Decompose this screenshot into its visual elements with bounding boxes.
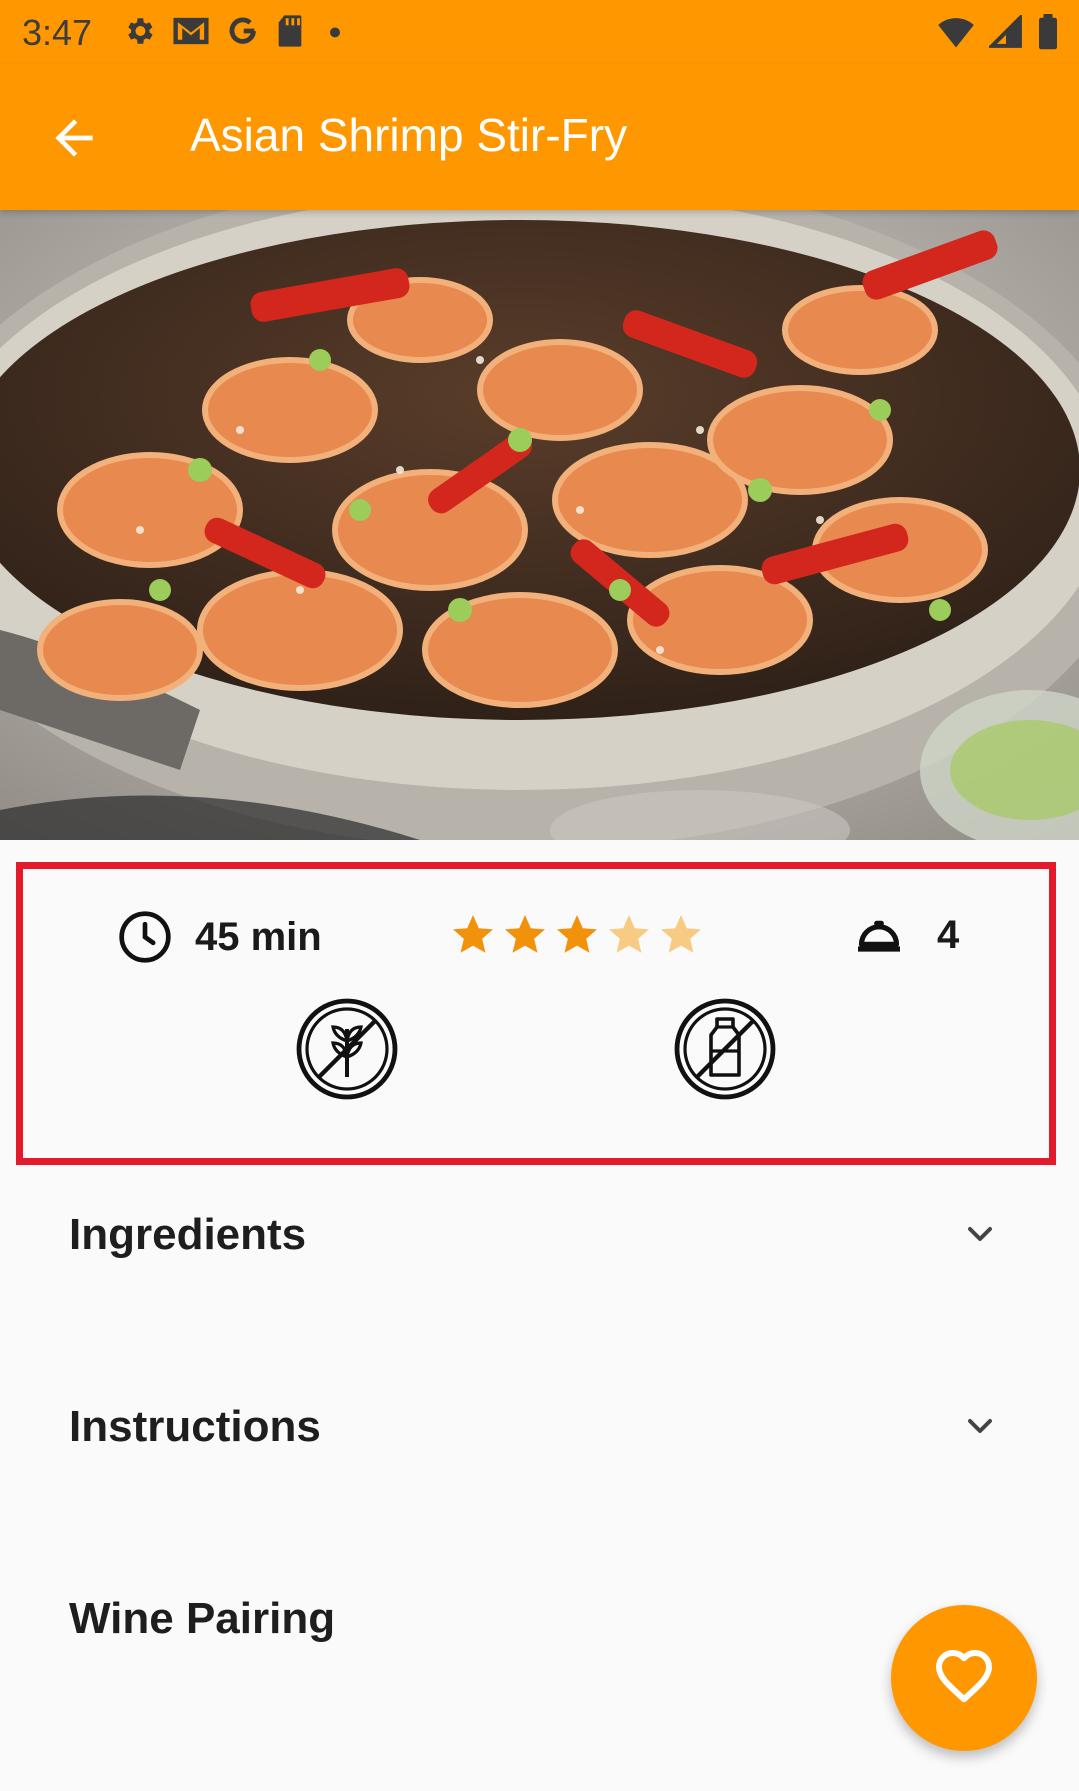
signal-icon (989, 15, 1022, 48)
google-icon (229, 17, 256, 44)
status-system-icons (937, 14, 1059, 50)
servings: 4 (851, 907, 959, 963)
star-filled-icon (505, 915, 545, 953)
servings-text: 4 (937, 912, 960, 957)
wine-pairing-title: Wine Pairing (69, 1594, 336, 1643)
recipe-detail-screen: 3:47 Asian Shrimp Stir-Fry 45 min 4 Ingr… (0, 0, 1079, 1791)
gluten-free-icon (296, 998, 398, 1100)
star-empty-icon (661, 915, 701, 953)
page-title: Asian Shrimp Stir-Fry (190, 109, 628, 161)
gmail-icon (173, 17, 209, 45)
back-button[interactable] (46, 110, 102, 166)
star-filled-icon (557, 915, 597, 953)
instructions-section[interactable]: Instructions (0, 1360, 1079, 1500)
cook-time-text: 45 min (195, 914, 322, 959)
recipe-info-card: 45 min 4 (16, 862, 1056, 1165)
recipe-image (0, 210, 1079, 840)
rating-stars (449, 911, 705, 959)
star-filled-icon (453, 915, 493, 953)
dot-icon (330, 27, 340, 38)
gear-icon (128, 18, 153, 44)
instructions-title: Instructions (69, 1402, 321, 1451)
ingredients-title: Ingredients (69, 1210, 307, 1259)
arrow-back-icon (55, 119, 93, 157)
dairy-free-icon (674, 998, 776, 1100)
star-empty-icon (609, 915, 649, 953)
status-notification-icons (122, 14, 350, 48)
chevron-down-icon[interactable] (960, 1214, 1000, 1254)
gluten-free-badge (295, 997, 399, 1106)
sd-card-icon (278, 15, 302, 47)
app-bar: Asian Shrimp Stir-Fry (0, 64, 1079, 210)
status-bar: 3:47 (0, 0, 1079, 64)
favorite-button[interactable] (891, 1605, 1037, 1751)
room-service-icon (858, 920, 900, 952)
status-time: 3:47 (22, 12, 93, 53)
ingredients-section[interactable]: Ingredients (0, 1168, 1079, 1308)
chevron-down-icon[interactable] (960, 1406, 1000, 1446)
shrimp-stir-fry-photo (0, 210, 1079, 840)
wifi-icon (938, 18, 974, 48)
cook-time: 45 min (117, 909, 322, 965)
battery-icon (1039, 14, 1057, 50)
dairy-free-badge (673, 997, 777, 1106)
clock-icon (119, 911, 171, 963)
heart-outline-icon (936, 1650, 992, 1703)
